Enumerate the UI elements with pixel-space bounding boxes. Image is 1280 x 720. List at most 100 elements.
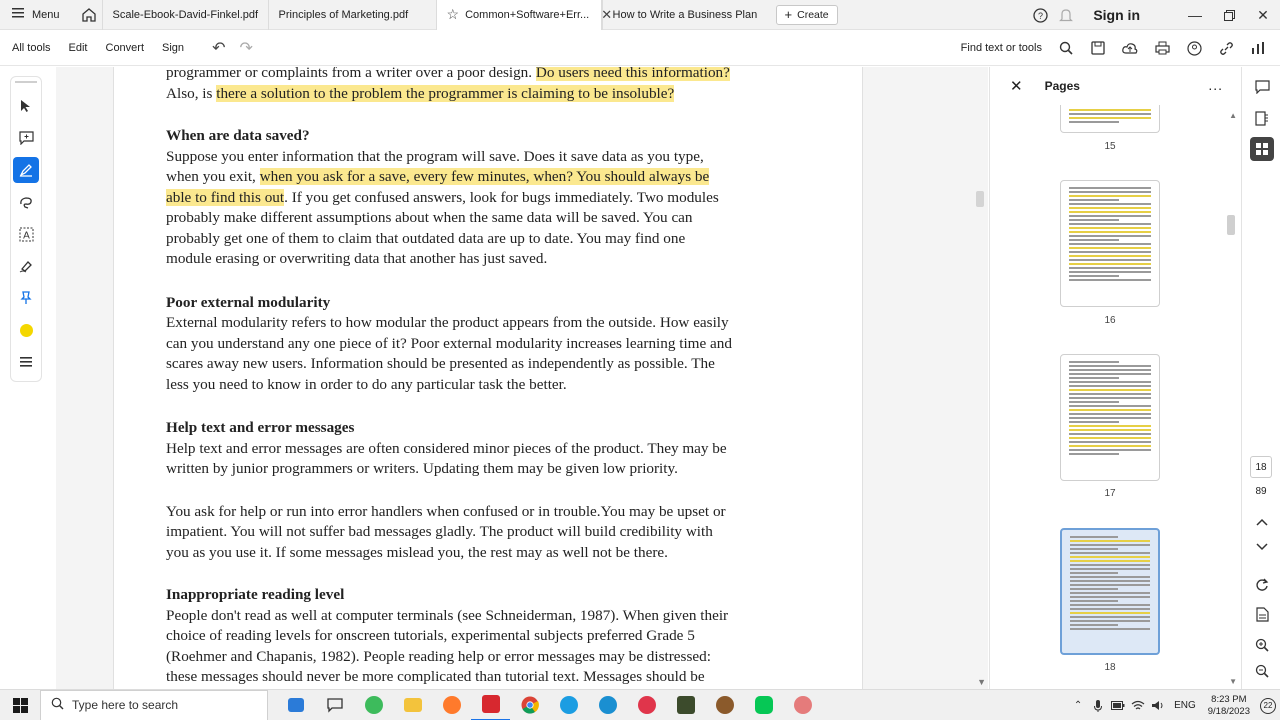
minimize-icon[interactable]: — xyxy=(1178,0,1212,30)
page-down-chevron-icon[interactable] xyxy=(1250,535,1274,559)
search-icon[interactable] xyxy=(1050,30,1082,66)
wifi-icon[interactable] xyxy=(1128,690,1148,720)
tab-scale-ebook[interactable]: Scale-Ebook-David-Finkel.pdf xyxy=(101,0,268,30)
maximize-icon[interactable] xyxy=(1212,0,1246,30)
comment-icon[interactable] xyxy=(1250,75,1274,99)
highlight[interactable]: there a solution to the problem the prog… xyxy=(216,84,675,102)
sign-button[interactable]: Sign xyxy=(162,42,184,54)
select-cursor-icon[interactable] xyxy=(13,93,39,119)
acrobat-icon[interactable] xyxy=(471,690,510,720)
line-app-icon[interactable] xyxy=(744,690,783,720)
pin-icon[interactable] xyxy=(13,285,39,311)
add-comment-icon[interactable] xyxy=(13,125,39,151)
all-tools-button[interactable]: All tools xyxy=(12,42,51,54)
section-heading: Inappropriate reading level xyxy=(166,586,345,603)
undo-icon[interactable]: ↶ xyxy=(212,38,225,58)
current-page-input[interactable]: 18 xyxy=(1250,456,1272,478)
create-button[interactable]: + Create xyxy=(775,4,838,25)
page-thumbnail[interactable] xyxy=(1060,180,1160,307)
tab-common-software-errors[interactable]: ☆ Common+Software+Err... ✕ xyxy=(435,0,612,30)
recorder-app-icon[interactable] xyxy=(627,690,666,720)
close-panel-icon[interactable]: ✕ xyxy=(1010,77,1023,95)
save-icon[interactable] xyxy=(1082,30,1114,66)
more-tools-icon[interactable] xyxy=(13,349,39,375)
page-up-chevron-icon[interactable] xyxy=(1250,510,1274,534)
gimp-app-icon[interactable] xyxy=(705,690,744,720)
zoom-out-icon[interactable] xyxy=(1250,659,1274,683)
edge-icon[interactable] xyxy=(549,690,588,720)
fill-sign-icon[interactable] xyxy=(13,253,39,279)
page-thumbnail[interactable] xyxy=(1060,354,1160,481)
star-icon[interactable]: ☆ xyxy=(447,6,460,23)
battery-icon[interactable] xyxy=(1108,690,1128,720)
file-explorer-icon[interactable] xyxy=(393,690,432,720)
highlight-pen-icon[interactable] xyxy=(13,157,39,183)
text-line: programmer or complaints from a writer o… xyxy=(166,67,826,84)
microphone-icon[interactable] xyxy=(1088,690,1108,720)
show-hidden-icons-icon[interactable]: ⌃ xyxy=(1068,690,1088,720)
page-number: 17 xyxy=(1104,488,1116,499)
task-view-icon[interactable] xyxy=(276,690,315,720)
clock-date: 9/18/2023 xyxy=(1207,705,1250,717)
chrome-icon[interactable] xyxy=(510,690,549,720)
tab-business-plan[interactable]: How to Write a Business Plan xyxy=(601,0,768,30)
page-thumbnails-icon[interactable] xyxy=(1250,137,1274,161)
highlight[interactable]: able to find this out xyxy=(166,188,285,206)
scroll-up-arrow-icon[interactable]: ▲ xyxy=(1229,111,1237,120)
bookmark-list-icon[interactable] xyxy=(1250,106,1274,130)
volume-icon[interactable] xyxy=(1148,690,1168,720)
search-placeholder: Type here to search xyxy=(72,698,179,712)
tab-principles-of-marketing[interactable]: Principles of Marketing.pdf xyxy=(267,0,436,30)
print-icon[interactable] xyxy=(1146,30,1178,66)
firefox-icon[interactable] xyxy=(432,690,471,720)
link-icon[interactable] xyxy=(1210,30,1242,66)
highlight[interactable]: when you ask for a save, every few minut… xyxy=(259,168,710,185)
right-rail xyxy=(1241,67,1280,689)
page-thumbnail[interactable] xyxy=(1060,105,1160,133)
snipping-tool-icon[interactable] xyxy=(783,690,822,720)
convert-button[interactable]: Convert xyxy=(106,42,145,54)
game-app-icon[interactable] xyxy=(354,690,393,720)
edit-button[interactable]: Edit xyxy=(69,42,88,54)
scroll-down-arrow-icon[interactable]: ▼ xyxy=(977,677,986,687)
freehand-draw-icon[interactable] xyxy=(13,189,39,215)
notification-center-icon[interactable]: 22 xyxy=(1256,690,1280,720)
bell-icon[interactable] xyxy=(1053,8,1079,23)
upload-cloud-icon[interactable] xyxy=(1114,30,1146,66)
terminal-app-icon[interactable] xyxy=(666,690,705,720)
find-text-label[interactable]: Find text or tools xyxy=(961,42,1042,54)
rotate-icon[interactable] xyxy=(1250,573,1274,597)
home-icon[interactable] xyxy=(76,0,102,30)
language-indicator[interactable]: ENG xyxy=(1174,700,1196,711)
pages-panel-title: Pages xyxy=(1044,79,1080,93)
redo-icon[interactable]: ↷ xyxy=(239,38,252,58)
text-line: impatient. You will not suffer bad messa… xyxy=(166,523,713,540)
document-viewer[interactable]: programmer or complaints from a writer o… xyxy=(56,67,988,689)
share-user-icon[interactable] xyxy=(1178,30,1210,66)
help-icon[interactable]: ? xyxy=(1027,7,1053,23)
scroll-down-arrow-icon[interactable]: ▼ xyxy=(1229,677,1237,686)
page-thumbnail-selected[interactable] xyxy=(1060,528,1160,655)
more-options-icon[interactable]: ... xyxy=(1208,77,1223,93)
bar-chart-icon[interactable] xyxy=(1242,30,1274,66)
windows-taskbar: Type here to search ⌃ ENG 8:23 PM 9/18/2… xyxy=(0,689,1280,720)
color-picker-icon[interactable] xyxy=(13,317,39,343)
document-properties-icon[interactable] xyxy=(1250,602,1274,626)
tab-label: Principles of Marketing.pdf xyxy=(278,8,409,21)
page-text: programmer or complaints from a writer o… xyxy=(166,67,826,688)
rail-grip[interactable] xyxy=(15,81,37,83)
clock-time: 8:23 PM xyxy=(1211,693,1247,705)
menu-button[interactable]: Menu xyxy=(0,0,72,30)
clock[interactable]: 8:23 PM 9/18/2023 xyxy=(1208,694,1250,718)
taskbar-search[interactable]: Type here to search xyxy=(40,689,268,720)
close-window-icon[interactable]: ✕ xyxy=(1246,0,1280,30)
pages-panel-scrollbar[interactable] xyxy=(1227,215,1235,235)
sync-app-icon[interactable] xyxy=(588,690,627,720)
document-scrollbar[interactable] xyxy=(976,191,984,207)
text-box-icon[interactable]: A xyxy=(13,221,39,247)
zoom-in-icon[interactable] xyxy=(1250,633,1274,657)
highlight[interactable]: Do users need this information? xyxy=(535,67,730,81)
windows-start-icon[interactable] xyxy=(0,690,40,720)
chat-icon[interactable] xyxy=(315,690,354,720)
sign-in-button[interactable]: Sign in xyxy=(1093,7,1140,23)
